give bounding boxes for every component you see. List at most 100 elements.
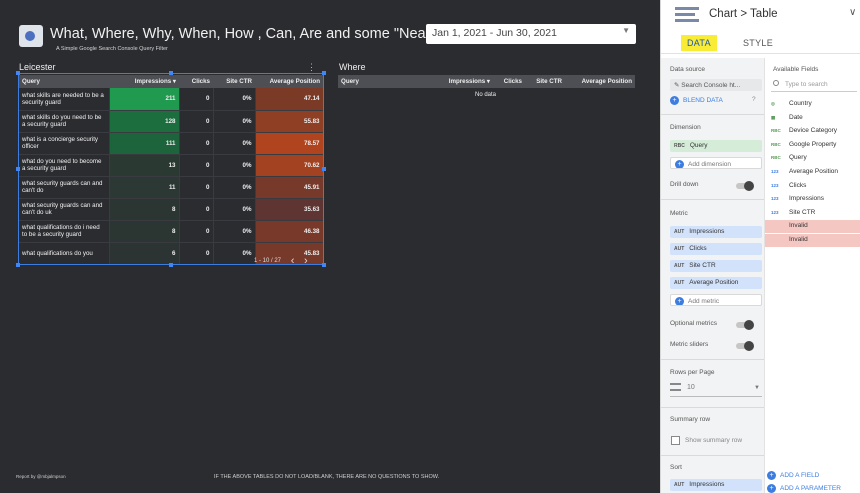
available-field[interactable]: 123 Average Position (765, 166, 860, 179)
dimension-chip-query[interactable]: RBC Query (670, 140, 762, 152)
number-type-icon: 123 (771, 209, 779, 215)
resize-handle[interactable] (16, 263, 20, 267)
field-search-input[interactable]: Type to search (771, 79, 857, 92)
panel-tabs: DATA STYLE (661, 32, 860, 54)
data-config-column: Data source ✎ Search Console ht... + BLEN… (661, 58, 765, 493)
properties-panel: Chart > Table ∨ DATA STYLE Data source ✎… (660, 0, 860, 493)
tab-data[interactable]: DATA (681, 35, 717, 51)
add-field-button[interactable]: + ADD A FIELD (767, 471, 819, 480)
metric-type-icon: AUT (674, 229, 685, 235)
breadcrumb: Chart > Table (709, 8, 778, 20)
breadcrumb-chart: Chart (709, 8, 738, 20)
blend-data-button[interactable]: + BLEND DATA (670, 96, 723, 105)
available-field[interactable]: Invalid (765, 234, 860, 247)
available-field[interactable]: 123 Impressions (765, 193, 860, 206)
right-header-cell[interactable]: Clicks (493, 75, 525, 88)
dropdown-caret-icon: ▼ (622, 26, 630, 35)
panel-header: Chart > Table ∨ (661, 0, 860, 32)
metric-chip[interactable]: AUT Clicks (670, 243, 762, 255)
resize-handle[interactable] (322, 167, 326, 171)
collapse-icon[interactable]: ∨ (849, 7, 856, 18)
summary-row-checkbox[interactable] (671, 436, 680, 445)
data-source-value: Search Console ht... (681, 82, 741, 89)
resize-handle[interactable] (322, 263, 326, 267)
more-options-icon[interactable]: ⋮ (307, 62, 316, 73)
sort-value: Impressions (689, 481, 725, 488)
resize-handle[interactable] (169, 71, 173, 75)
metric-chip-label: Site CTR (689, 262, 716, 269)
right-header-cell[interactable]: Impressions ▾ (428, 75, 493, 88)
resize-handle[interactable] (322, 71, 326, 75)
add-dimension-label: Add dimension (688, 161, 731, 169)
available-field[interactable]: RBC Query (765, 152, 860, 165)
available-field[interactable]: RBC Device Category (765, 125, 860, 138)
field-name: Query (789, 154, 807, 162)
footer-note: IF THE ABOVE TABLES DO NOT LOAD/BLANK, T… (214, 474, 440, 480)
resize-handle[interactable] (16, 167, 20, 171)
rows-per-page-select[interactable]: 10 ▼ (670, 383, 762, 397)
divider (661, 359, 764, 360)
data-source-chip[interactable]: ✎ Search Console ht... (670, 79, 762, 91)
available-field[interactable]: ◎ Country (765, 98, 860, 111)
available-field[interactable]: ▦ Date (765, 112, 860, 125)
metric-chip[interactable]: AUT Site CTR (670, 260, 762, 272)
date-range-control[interactable]: Jan 1, 2021 - Jun 30, 2021 ▼ (426, 24, 636, 44)
pagination-range: 1 - 10 / 27 (254, 258, 282, 264)
search-console-logo-icon (19, 25, 43, 47)
prev-page-icon[interactable]: ‹ (291, 255, 295, 267)
field-name: Date (789, 113, 803, 121)
drill-down-toggle[interactable] (736, 181, 754, 191)
text-type-icon: RBC (771, 155, 781, 161)
add-parameter-button[interactable]: + ADD A PARAMETER (767, 484, 841, 493)
report-canvas: What, Where, Why, When, How , Can, Are a… (0, 0, 660, 493)
metric-chip[interactable]: AUT Impressions (670, 226, 762, 238)
sort-label: Sort (670, 464, 682, 471)
breadcrumb-separator: > (740, 8, 748, 20)
add-metric-button[interactable]: + Add metric (670, 294, 762, 306)
blend-data-label: BLEND DATA (683, 97, 723, 105)
metric-type-icon: AUT (674, 263, 685, 269)
add-dimension-button[interactable]: + Add dimension (670, 157, 762, 169)
metric-label: Metric (670, 210, 688, 217)
metric-chip[interactable]: AUT Average Position (670, 277, 762, 289)
metric-type-icon: AUT (674, 482, 685, 488)
available-field[interactable]: RBC Google Property (765, 139, 860, 152)
report-title: What, Where, Why, When, How , Can, Are a… (50, 26, 460, 42)
rows-per-page-value: 10 (687, 383, 695, 391)
resize-handle[interactable] (169, 263, 173, 267)
plus-icon: + (767, 484, 776, 493)
report-subtitle: A Simple Google Search Console Query Fil… (56, 46, 168, 52)
footer-credit: Report by @mbjalmpson (16, 474, 66, 479)
optional-metrics-toggle[interactable] (736, 320, 754, 330)
available-field[interactable]: Invalid (765, 220, 860, 234)
available-field[interactable]: 123 Clicks (765, 180, 860, 193)
no-data-message: No data (475, 92, 497, 98)
add-field-label: ADD A FIELD (780, 472, 820, 480)
right-table-title: Where (339, 62, 366, 72)
number-type-icon: 123 (771, 169, 779, 174)
right-header-cell[interactable]: Site CTR (525, 75, 565, 88)
field-search-placeholder: Type to search (785, 81, 828, 88)
optional-metrics-label: Optional metrics (670, 320, 717, 327)
available-field[interactable]: 123 Site CTR (765, 207, 860, 220)
resize-handle[interactable] (16, 71, 20, 75)
sort-chip[interactable]: AUT Impressions (670, 479, 762, 491)
summary-row-label: Summary row (670, 416, 711, 423)
text-type-icon: RBC (771, 141, 781, 147)
next-page-icon[interactable]: › (304, 255, 308, 267)
table-chart-icon (675, 5, 699, 25)
plus-icon: + (767, 471, 776, 480)
table-rows-icon (670, 383, 681, 391)
rows-per-page-label: Rows per Page (670, 369, 715, 376)
right-header-cell[interactable]: Average Position (565, 75, 635, 88)
number-type-icon: 123 (771, 182, 779, 188)
dimension-label: Dimension (670, 124, 701, 131)
field-name: Invalid (789, 222, 808, 230)
divider (661, 199, 764, 200)
right-header-cell[interactable]: Query (338, 75, 428, 88)
metric-sliders-toggle[interactable] (736, 341, 754, 351)
date-range-value: Jan 1, 2021 - Jun 30, 2021 (432, 27, 557, 39)
help-icon[interactable]: ? (752, 96, 756, 103)
right-table[interactable]: Query Impressions ▾ Clicks Site CTR Average … (338, 75, 635, 88)
tab-style[interactable]: STYLE (743, 38, 773, 48)
